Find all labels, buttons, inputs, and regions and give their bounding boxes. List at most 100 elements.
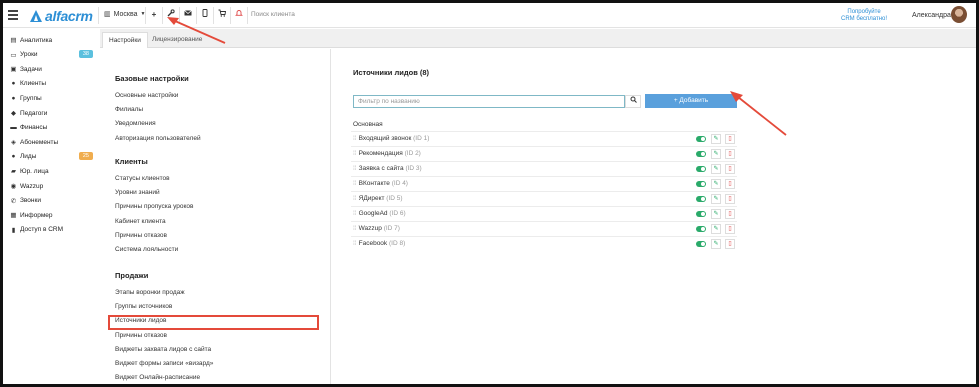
- active-toggle[interactable]: [696, 136, 706, 142]
- tag-icon: ◈: [11, 139, 16, 147]
- settings-link[interactable]: Филиалы: [115, 106, 143, 113]
- sidebar-item[interactable]: ◈ Абонементы: [10, 136, 96, 148]
- settings-link[interactable]: Статусы клиентов: [115, 175, 170, 182]
- settings-link[interactable]: Причины пропуска уроков: [115, 203, 194, 210]
- divider: [230, 7, 231, 24]
- sidebar-item[interactable]: ● Группы: [10, 92, 96, 104]
- settings-link[interactable]: Этапы воронки продаж: [115, 289, 185, 296]
- lead-sources-panel: Источники лидов (8) Фильтр по названию +…: [332, 49, 976, 384]
- settings-link[interactable]: Кабинет клиента: [115, 218, 166, 225]
- active-toggle[interactable]: [696, 151, 706, 157]
- sidebar-item[interactable]: ▭ Уроки 38: [10, 49, 96, 61]
- drag-handle-icon[interactable]: ⁞⁞: [353, 195, 357, 202]
- logo[interactable]: alfacrm: [30, 8, 93, 24]
- tasks-icon: ▣: [10, 66, 17, 74]
- sidebar-item[interactable]: ◉ Wazzup: [10, 180, 96, 192]
- drag-handle-icon[interactable]: ⁞⁞: [353, 210, 357, 217]
- table-row[interactable]: ⁞⁞ Wazzup (ID 7) ✎ ▯: [351, 221, 737, 236]
- settings-link[interactable]: Уровни знаний: [115, 189, 160, 196]
- sidebar-item[interactable]: ◆ Педагоги: [10, 107, 96, 119]
- search-icon[interactable]: [625, 95, 641, 108]
- cart-icon[interactable]: [217, 9, 227, 21]
- sidebar-item[interactable]: ▮ Доступ в CRM: [10, 224, 96, 236]
- delete-icon[interactable]: ▯: [725, 164, 735, 174]
- settings-link[interactable]: Причины отказов: [115, 232, 167, 239]
- edit-icon[interactable]: ✎: [711, 194, 721, 204]
- plus-icon[interactable]: +: [149, 9, 159, 21]
- settings-link[interactable]: Система лояльности: [115, 246, 178, 253]
- settings-link[interactable]: Группы источников: [115, 303, 172, 310]
- sidebar-item[interactable]: ● Лиды 25: [10, 151, 96, 163]
- try-crm-link[interactable]: Попробуйте CRM бесплатно!: [841, 9, 887, 23]
- sidebar-item[interactable]: ✆ Звонки: [10, 195, 96, 207]
- tab-bar: Настройки Лицензирование: [100, 29, 976, 48]
- edit-icon[interactable]: ✎: [711, 239, 721, 249]
- drag-handle-icon[interactable]: ⁞⁞: [353, 240, 357, 247]
- divider: [196, 7, 197, 24]
- client-search-input[interactable]: Поиск клиента: [251, 11, 295, 18]
- app-window: alfacrm ▥ Москва ▼ + Поиск клиента Попро…: [0, 0, 979, 387]
- mail-icon[interactable]: [183, 9, 193, 21]
- settings-link[interactable]: Основные настройки: [115, 92, 178, 99]
- top-bar: alfacrm ▥ Москва ▼ + Поиск клиента Попро…: [3, 3, 976, 28]
- delete-icon[interactable]: ▯: [725, 149, 735, 159]
- delete-icon[interactable]: ▯: [725, 209, 735, 219]
- sidebar-item[interactable]: ● Клиенты: [10, 78, 96, 90]
- drag-handle-icon[interactable]: ⁞⁞: [353, 180, 357, 187]
- active-toggle[interactable]: [696, 181, 706, 187]
- add-button[interactable]: + Добавить: [645, 94, 737, 108]
- table-row[interactable]: ⁞⁞ Facebook (ID 8) ✎ ▯: [351, 236, 737, 251]
- sidebar-item[interactable]: ▰ Юр. лица: [10, 165, 96, 177]
- user-name[interactable]: Александра: [912, 12, 951, 19]
- sidebar-item[interactable]: ▬ Финансы: [10, 122, 96, 134]
- active-toggle[interactable]: [696, 196, 706, 202]
- active-toggle[interactable]: [696, 241, 706, 247]
- delete-icon[interactable]: ▯: [725, 179, 735, 189]
- table-row[interactable]: ⁞⁞ ЯДирект (ID 5) ✎ ▯: [351, 191, 737, 206]
- settings-link[interactable]: Авторизация пользователей: [115, 135, 201, 142]
- city-selector[interactable]: ▥ Москва ▼: [104, 10, 145, 19]
- active-toggle[interactable]: [696, 211, 706, 217]
- settings-link[interactable]: Виджеты захвата лидов с сайта: [115, 346, 211, 353]
- edit-icon[interactable]: ✎: [711, 209, 721, 219]
- table-row[interactable]: ⁞⁞ GoogleAd (ID 6) ✎ ▯: [351, 206, 737, 221]
- tab-settings[interactable]: Настройки: [102, 32, 148, 48]
- divider: [213, 7, 214, 24]
- page-title: Источники лидов (8): [353, 68, 430, 77]
- drag-handle-icon[interactable]: ⁞⁞: [353, 225, 357, 232]
- phone-icon[interactable]: [200, 9, 210, 21]
- edit-icon[interactable]: ✎: [711, 164, 721, 174]
- edit-icon[interactable]: ✎: [711, 134, 721, 144]
- drag-handle-icon[interactable]: ⁞⁞: [353, 135, 357, 142]
- settings-link[interactable]: Причины отказов: [115, 332, 167, 339]
- tab-licensing[interactable]: Лицензирование: [146, 32, 208, 48]
- settings-link[interactable]: Уведомления: [115, 120, 156, 127]
- settings-link[interactable]: Виджет формы записи «визард»: [115, 360, 213, 367]
- wrench-icon[interactable]: [166, 9, 176, 21]
- filter-input[interactable]: Фильтр по названию: [353, 95, 625, 108]
- delete-icon[interactable]: ▯: [725, 224, 735, 234]
- sidebar-item[interactable]: ▣ Задачи: [10, 63, 96, 75]
- table-row[interactable]: ⁞⁞ ВКонтакте (ID 4) ✎ ▯: [351, 176, 737, 191]
- delete-icon[interactable]: ▯: [725, 134, 735, 144]
- sidebar-item[interactable]: ▤ Аналитика: [10, 34, 96, 46]
- table-row[interactable]: ⁞⁞ Заявка с сайта (ID 3) ✎ ▯: [351, 161, 737, 176]
- sidebar-item[interactable]: ▦ Информер: [10, 209, 96, 221]
- delete-icon[interactable]: ▯: [725, 194, 735, 204]
- edit-icon[interactable]: ✎: [711, 149, 721, 159]
- table-row[interactable]: ⁞⁞ Входящий звонок (ID 1) ✎ ▯: [351, 131, 737, 146]
- edit-icon[interactable]: ✎: [711, 224, 721, 234]
- drag-handle-icon[interactable]: ⁞⁞: [353, 165, 357, 172]
- settings-link[interactable]: Виджет Онлайн-расписание: [115, 374, 200, 381]
- active-toggle[interactable]: [696, 166, 706, 172]
- menu-icon[interactable]: [8, 10, 18, 20]
- active-toggle[interactable]: [696, 226, 706, 232]
- avatar[interactable]: [951, 6, 967, 23]
- delete-icon[interactable]: ▯: [725, 239, 735, 249]
- edit-icon[interactable]: ✎: [711, 179, 721, 189]
- settings-link[interactable]: Источники лидов: [115, 317, 166, 324]
- section-title: Клиенты: [115, 157, 148, 166]
- bell-icon[interactable]: [234, 9, 244, 21]
- drag-handle-icon[interactable]: ⁞⁞: [353, 150, 357, 157]
- table-row[interactable]: ⁞⁞ Рекомендация (ID 2) ✎ ▯: [351, 146, 737, 161]
